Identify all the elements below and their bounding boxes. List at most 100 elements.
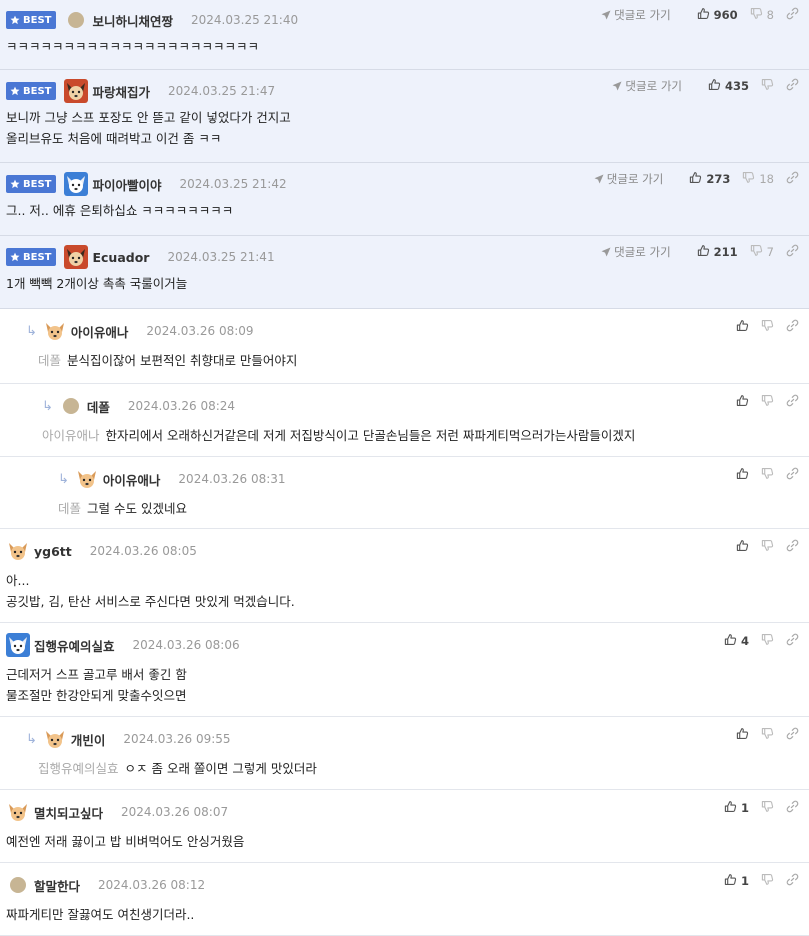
goto-comment-link[interactable]: 댓글로 가기 [601,244,671,260]
dislike-button[interactable] [761,467,774,483]
comment-header: ↳ 데폴 2024.03.26 08:24 [42,396,809,416]
comment-body: 예전엔 저래 끓이고 밥 비벼먹어도 안싱거웠음 [6,831,809,852]
goto-comment-link[interactable]: 댓글로 가기 [612,78,682,94]
comment-text: 예전엔 저래 끓이고 밥 비벼먹어도 안싱거웠음 [6,834,245,849]
link-icon [786,873,799,889]
best-comment: BEST 파랑채집가 2024.03.25 21:47 댓글로 가기 435 보니까 그냥… [0,70,809,163]
share-link-button[interactable] [786,467,799,483]
dislike-button[interactable] [761,727,774,743]
comment-actions: 4 [712,633,799,649]
like-button[interactable]: 1 [724,873,749,889]
dislike-button[interactable] [761,800,774,816]
thumbs-down-icon [761,467,774,483]
like-button[interactable] [736,394,749,410]
comment-line: 보니까 그냥 스프 포장도 안 뜯고 같이 넣었다가 건지고 [6,107,809,128]
dislike-button[interactable] [761,78,774,94]
mention[interactable]: 데폴 [58,501,81,516]
goto-comment-link[interactable]: 댓글로 가기 [594,171,664,187]
share-link-button[interactable] [786,394,799,410]
comment-text: 물조절만 한강안되게 맞출수잇으면 [6,688,187,703]
dislike-button[interactable] [761,633,774,649]
like-button[interactable]: 435 [708,78,749,94]
like-count: 273 [706,172,731,186]
nickname[interactable]: 개빈이 [71,730,106,749]
dislike-button[interactable]: 7 [750,244,774,260]
comment-line: 올리브유도 처음에 때려박고 이건 좀 ㅋㅋ [6,128,809,149]
comment-text: ㅋㅋㅋㅋㅋㅋㅋㅋㅋㅋㅋㅋㅋㅋㅋㅋㅋㅋㅋㅋㅋㅋ [6,39,260,54]
nickname[interactable]: 파랑채집가 [92,82,150,101]
nickname[interactable]: yg6tt [34,544,72,559]
share-link-button[interactable] [786,539,799,555]
thumbs-up-icon [736,727,749,743]
nickname[interactable]: Ecuador [92,250,149,265]
link-icon [786,78,799,94]
comment-body: 데폴 그럴 수도 있겠네요 [58,498,809,519]
thumbs-up-icon [724,633,737,649]
nickname[interactable]: 멸치되고싶다 [34,803,103,822]
nickname[interactable]: 아이유애나 [103,470,161,489]
thumbs-down-icon [761,800,774,816]
nickname[interactable]: 데폴 [87,397,110,416]
like-count: 1 [740,801,749,815]
thumbs-up-icon [708,78,721,94]
nickname[interactable]: 집행유예의실효 [34,636,115,655]
share-link-button[interactable] [786,7,799,23]
share-link-button[interactable] [786,171,799,187]
like-count: 1 [740,874,749,888]
like-button[interactable]: 4 [724,633,749,649]
nickname[interactable]: 파이아빨이야 [92,175,161,194]
mention[interactable]: 아이유애나 [42,428,100,443]
like-button[interactable] [736,467,749,483]
link-icon [786,171,799,187]
nickname[interactable]: 아이유애나 [71,322,129,341]
nickname[interactable]: 할말한다 [34,876,80,895]
timestamp: 2024.03.26 08:07 [121,805,229,819]
thumbs-up-icon [724,800,737,816]
comment-body: 보니까 그냥 스프 포장도 안 뜯고 같이 넣었다가 건지고 올리브유도 처음에 … [6,107,809,149]
avatar [68,12,85,28]
comment: ↳ 개빈이 2024.03.26 09:55 집행유예의실효 ㅇㅈ 좀 오래 쫄이면 그… [0,717,809,790]
share-link-button[interactable] [786,873,799,889]
share-link-button[interactable] [786,244,799,260]
like-button[interactable] [736,539,749,555]
timestamp: 2024.03.26 08:24 [127,399,236,413]
goto-comment-link[interactable]: 댓글로 가기 [601,7,671,23]
share-link-button[interactable] [786,633,799,649]
comment-line: 아... [6,570,809,591]
comment-body: 그.. 저.. 에휴 은퇴하십쇼 ㅋㅋㅋㅋㅋㅋㅋㅋ [6,200,809,221]
like-button[interactable]: 960 [697,7,738,23]
avatar [6,800,30,824]
dislike-button[interactable]: 8 [750,7,774,23]
like-button[interactable] [736,319,749,335]
nickname[interactable]: 보니하니채연짱 [92,11,173,30]
goto-label: 댓글로 가기 [606,172,664,186]
comment-text: 근데저거 스프 골고루 배서 좋긴 함 [6,667,187,682]
link-icon [786,244,799,260]
thumbs-down-icon [761,394,774,410]
share-link-button[interactable] [786,727,799,743]
like-button[interactable]: 273 [689,171,730,187]
dislike-button[interactable] [761,394,774,410]
like-count: 960 [713,8,738,22]
share-link-button[interactable] [786,319,799,335]
like-button[interactable]: 211 [697,244,738,260]
comment-actions [724,394,799,410]
dislike-button[interactable]: 18 [742,171,774,187]
comment-actions: 댓글로 가기 211 7 [601,244,799,260]
like-button[interactable]: 1 [724,800,749,816]
mention[interactable]: 데폴 [38,353,61,368]
mention[interactable]: 집행유예의실효 [38,761,119,776]
share-link-button[interactable] [786,800,799,816]
comment-body: 데폴 분식집이잖어 보편적인 취향대로 만들어야지 [26,350,809,371]
avatar [64,172,89,196]
dislike-button[interactable] [761,873,774,889]
timestamp: 2024.03.25 21:42 [179,177,287,191]
comment-text: 공깃밥, 김, 탄산 서비스로 주신다면 맛있게 먹겠습니다. [6,594,295,609]
dislike-button[interactable] [761,539,774,555]
like-button[interactable] [736,727,749,743]
share-link-button[interactable] [786,78,799,94]
comment-text: 한자리에서 오래하신거같은데 저게 저집방식이고 단골손님들은 저런 짜파게티먹… [105,428,636,443]
thumbs-up-icon [724,873,737,889]
comment-header: ↳ 아이유애나 2024.03.26 08:09 [26,319,809,343]
dislike-button[interactable] [761,319,774,335]
